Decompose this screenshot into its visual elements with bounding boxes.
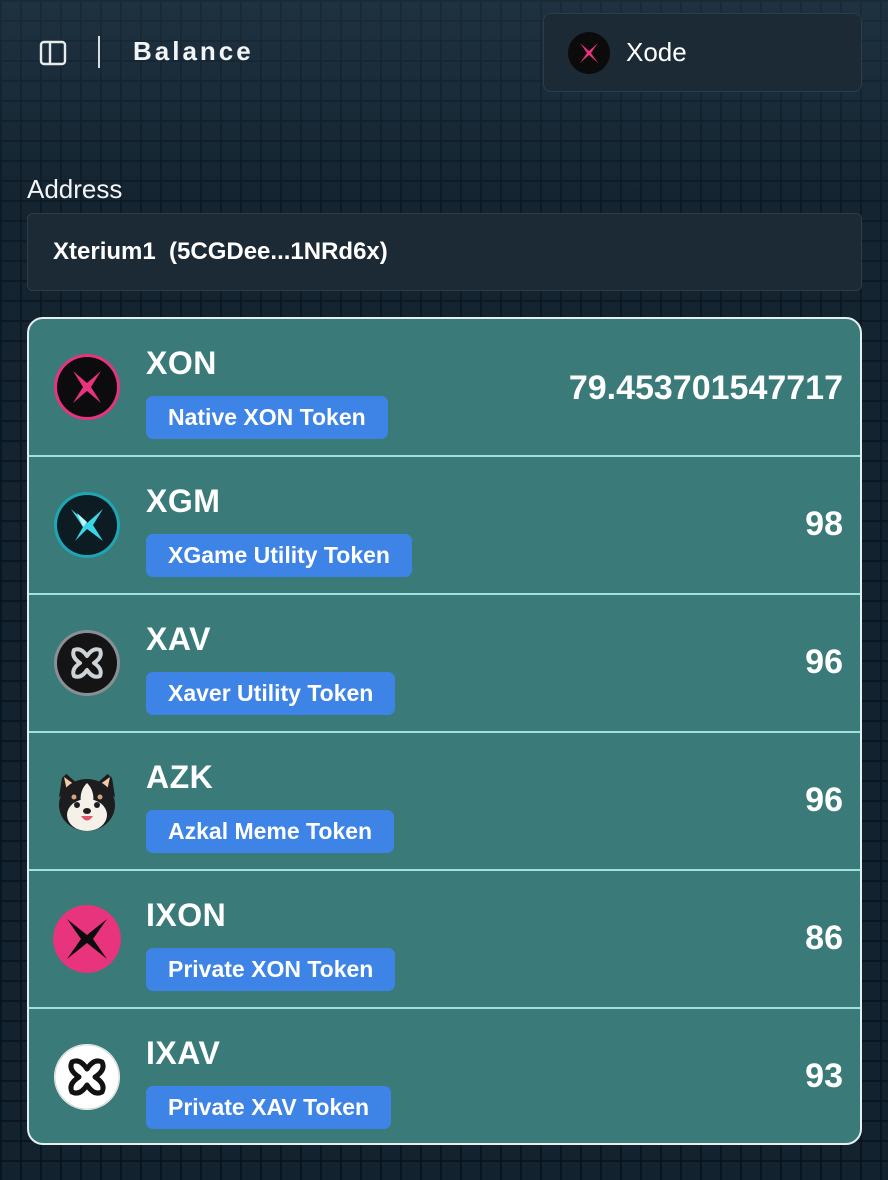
address-label: Address xyxy=(27,174,123,204)
token-balance: 96 xyxy=(805,643,843,681)
address-value: Xterium1 (5CGDee...1NRd6x) xyxy=(53,238,388,265)
azkal-dog-icon xyxy=(53,767,121,835)
token-name-badge: Private XON Token xyxy=(146,948,396,991)
token-row[interactable]: IXAV Private XAV Token 93 xyxy=(29,1009,860,1143)
network-selector[interactable]: Xode xyxy=(543,13,862,92)
network-name: Xode xyxy=(626,37,687,67)
top-bar: Balance Xode xyxy=(0,0,888,100)
token-balance: 86 xyxy=(805,919,843,957)
token-balance: 96 xyxy=(805,781,843,819)
token-balance-list: XON Native XON Token 79.453701547717 XGM… xyxy=(27,317,862,1145)
token-name-badge: Native XON Token xyxy=(146,396,388,439)
address-selector[interactable]: Xterium1 (5CGDee...1NRd6x) xyxy=(27,213,862,291)
token-balance: 98 xyxy=(805,505,843,543)
token-symbol: IXAV xyxy=(146,1035,221,1071)
token-symbol: AZK xyxy=(146,759,214,795)
token-row[interactable]: IXON Private XON Token 86 xyxy=(29,871,860,1009)
ixav-logo-icon xyxy=(53,1043,121,1111)
xav-logo-icon xyxy=(53,629,121,697)
token-symbol: XGM xyxy=(146,483,221,519)
sidebar-panel-icon[interactable] xyxy=(38,38,68,68)
xode-x-logo-icon xyxy=(568,31,610,74)
ixon-logo-icon xyxy=(53,905,121,973)
token-symbol: XON xyxy=(146,345,217,381)
token-name-badge: Xaver Utility Token xyxy=(146,672,396,715)
token-name-badge: Azkal Meme Token xyxy=(146,810,395,853)
token-name-badge: Private XAV Token xyxy=(146,1086,392,1129)
token-row[interactable]: AZK Azkal Meme Token 96 xyxy=(29,733,860,871)
token-symbol: XAV xyxy=(146,621,211,657)
token-row[interactable]: XAV Xaver Utility Token 96 xyxy=(29,595,860,733)
xgm-logo-icon xyxy=(53,491,121,559)
token-symbol: IXON xyxy=(146,897,227,933)
token-row[interactable]: XGM XGame Utility Token 98 xyxy=(29,457,860,595)
token-row[interactable]: XON Native XON Token 79.453701547717 xyxy=(29,319,860,457)
token-balance: 79.453701547717 xyxy=(568,369,843,407)
token-balance: 93 xyxy=(805,1057,843,1095)
header-divider xyxy=(98,36,100,68)
page-title: Balance xyxy=(133,36,254,66)
xon-logo-icon xyxy=(53,353,121,421)
token-name-badge: XGame Utility Token xyxy=(146,534,412,577)
